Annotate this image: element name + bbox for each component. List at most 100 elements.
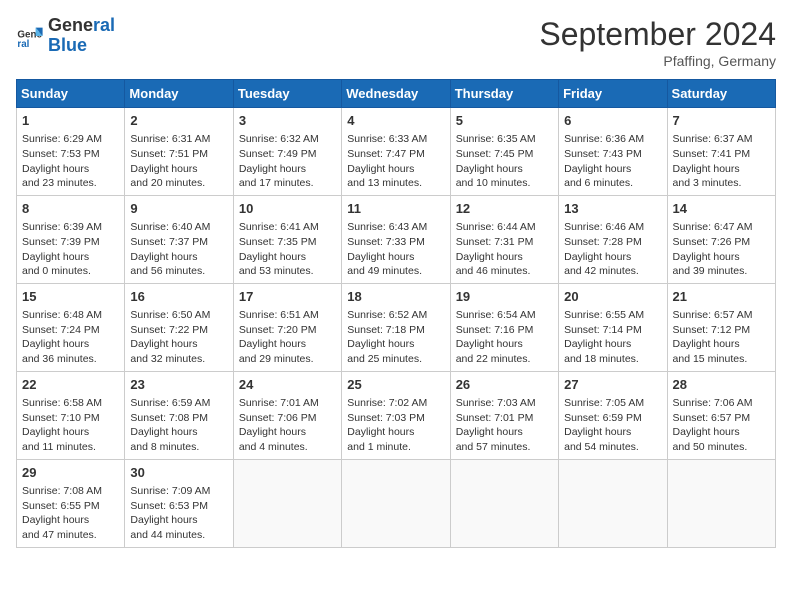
week-row-1: 1Sunrise: 6:29 AMSunset: 7:53 PMDaylight… bbox=[17, 108, 776, 196]
day-number: 19 bbox=[456, 288, 553, 306]
day-number: 12 bbox=[456, 200, 553, 218]
table-row: 14Sunrise: 6:47 AMSunset: 7:26 PMDayligh… bbox=[667, 195, 775, 283]
week-row-2: 8 Sunrise: 6:39 AMSunset: 7:39 PMDaylight… bbox=[17, 195, 776, 283]
day-number: 9 bbox=[130, 200, 227, 218]
table-row: 25Sunrise: 7:02 AMSunset: 7:03 PMDayligh… bbox=[342, 371, 450, 459]
day-number: 30 bbox=[130, 464, 227, 482]
table-row: 10 Sunrise: 6:41 AMSunset: 7:35 PMDayligh… bbox=[233, 195, 341, 283]
day-info: Sunrise: 6:40 AMSunset: 7:37 PMDaylight … bbox=[130, 220, 227, 279]
table-row: 17Sunrise: 6:51 AMSunset: 7:20 PMDayligh… bbox=[233, 283, 341, 371]
day-number: 14 bbox=[673, 200, 770, 218]
day-info: Sunrise: 6:35 AMSunset: 7:45 PMDaylight … bbox=[456, 132, 553, 191]
day-info: Sunrise: 6:57 AMSunset: 7:12 PMDaylight … bbox=[673, 308, 770, 367]
table-row: 21 Sunrise: 6:57 AMSunset: 7:12 PMDayligh… bbox=[667, 283, 775, 371]
day-info: Sunrise: 7:09 AMSunset: 6:53 PMDaylight … bbox=[130, 484, 227, 543]
day-number: 8 bbox=[22, 200, 119, 218]
day-info: Sunrise: 6:59 AMSunset: 7:08 PMDaylight … bbox=[130, 396, 227, 455]
table-row bbox=[233, 459, 341, 547]
day-number: 27 bbox=[564, 376, 661, 394]
logo: Gene ral GeneralBlue bbox=[16, 16, 115, 56]
table-row: 29Sunrise: 7:08 AMSunset: 6:55 PMDayligh… bbox=[17, 459, 125, 547]
table-row: 12 Sunrise: 6:44 AMSunset: 7:31 PMDayligh… bbox=[450, 195, 558, 283]
table-row: 15 Sunrise: 6:48 AMSunset: 7:24 PMDayligh… bbox=[17, 283, 125, 371]
day-number: 7 bbox=[673, 112, 770, 130]
col-monday: Monday bbox=[125, 80, 233, 108]
day-number: 4 bbox=[347, 112, 444, 130]
day-number: 16 bbox=[130, 288, 227, 306]
day-info: Sunrise: 6:43 AMSunset: 7:33 PMDaylight … bbox=[347, 220, 444, 279]
day-info: Sunrise: 6:44 AMSunset: 7:31 PMDaylight … bbox=[456, 220, 553, 279]
table-row: 11 Sunrise: 6:43 AMSunset: 7:33 PMDayligh… bbox=[342, 195, 450, 283]
table-row: 18Sunrise: 6:52 AMSunset: 7:18 PMDayligh… bbox=[342, 283, 450, 371]
table-row: 5 Sunrise: 6:35 AMSunset: 7:45 PMDaylight… bbox=[450, 108, 558, 196]
table-row bbox=[667, 459, 775, 547]
day-number: 22 bbox=[22, 376, 119, 394]
day-info: Sunrise: 7:05 AMSunset: 6:59 PMDaylight … bbox=[564, 396, 661, 455]
week-row-3: 15 Sunrise: 6:48 AMSunset: 7:24 PMDayligh… bbox=[17, 283, 776, 371]
table-row bbox=[342, 459, 450, 547]
week-row-5: 29Sunrise: 7:08 AMSunset: 6:55 PMDayligh… bbox=[17, 459, 776, 547]
day-number: 28 bbox=[673, 376, 770, 394]
day-number: 26 bbox=[456, 376, 553, 394]
week-row-4: 22Sunrise: 6:58 AMSunset: 7:10 PMDayligh… bbox=[17, 371, 776, 459]
svg-text:ral: ral bbox=[17, 39, 29, 50]
day-number: 24 bbox=[239, 376, 336, 394]
day-number: 13 bbox=[564, 200, 661, 218]
day-info: Sunrise: 6:51 AMSunset: 7:20 PMDaylight … bbox=[239, 308, 336, 367]
day-number: 11 bbox=[347, 200, 444, 218]
col-saturday: Saturday bbox=[667, 80, 775, 108]
day-number: 18 bbox=[347, 288, 444, 306]
day-number: 20 bbox=[564, 288, 661, 306]
day-info: Sunrise: 6:37 AMSunset: 7:41 PMDaylight … bbox=[673, 132, 770, 191]
table-row: 9 Sunrise: 6:40 AMSunset: 7:37 PMDaylight… bbox=[125, 195, 233, 283]
day-number: 10 bbox=[239, 200, 336, 218]
table-row: 26 Sunrise: 7:03 AMSunset: 7:01 PMDayligh… bbox=[450, 371, 558, 459]
table-row: 3Sunrise: 6:32 AMSunset: 7:49 PMDaylight… bbox=[233, 108, 341, 196]
day-info: Sunrise: 6:31 AMSunset: 7:51 PMDaylight … bbox=[130, 132, 227, 191]
logo-text: GeneralBlue bbox=[48, 16, 115, 56]
day-number: 15 bbox=[22, 288, 119, 306]
day-info: Sunrise: 7:08 AMSunset: 6:55 PMDaylight … bbox=[22, 484, 119, 543]
day-number: 23 bbox=[130, 376, 227, 394]
day-info: Sunrise: 7:06 AMSunset: 6:57 PMDaylight … bbox=[673, 396, 770, 455]
title-block: September 2024 Pfaffing, Germany bbox=[539, 16, 776, 69]
table-row bbox=[559, 459, 667, 547]
table-row: 13 Sunrise: 6:46 AMSunset: 7:28 PMDayligh… bbox=[559, 195, 667, 283]
day-info: Sunrise: 6:48 AMSunset: 7:24 PMDaylight … bbox=[22, 308, 119, 367]
day-info: Sunrise: 6:39 AMSunset: 7:39 PMDaylight … bbox=[22, 220, 119, 279]
table-row: 27 Sunrise: 7:05 AMSunset: 6:59 PMDayligh… bbox=[559, 371, 667, 459]
table-row: 4Sunrise: 6:33 AMSunset: 7:47 PMDaylight… bbox=[342, 108, 450, 196]
calendar-table: Sunday Monday Tuesday Wednesday Thursday… bbox=[16, 79, 776, 548]
table-row: 24Sunrise: 7:01 AMSunset: 7:06 PMDayligh… bbox=[233, 371, 341, 459]
table-row: 22Sunrise: 6:58 AMSunset: 7:10 PMDayligh… bbox=[17, 371, 125, 459]
day-number: 25 bbox=[347, 376, 444, 394]
day-number: 6 bbox=[564, 112, 661, 130]
day-info: Sunrise: 7:03 AMSunset: 7:01 PMDaylight … bbox=[456, 396, 553, 455]
day-number: 3 bbox=[239, 112, 336, 130]
day-number: 2 bbox=[130, 112, 227, 130]
table-row: 23 Sunrise: 6:59 AMSunset: 7:08 PMDayligh… bbox=[125, 371, 233, 459]
month-title: September 2024 bbox=[539, 16, 776, 53]
col-wednesday: Wednesday bbox=[342, 80, 450, 108]
page-header: Gene ral GeneralBlue September 2024 Pfaf… bbox=[16, 16, 776, 69]
table-row: 19Sunrise: 6:54 AMSunset: 7:16 PMDayligh… bbox=[450, 283, 558, 371]
col-friday: Friday bbox=[559, 80, 667, 108]
day-info: Sunrise: 6:36 AMSunset: 7:43 PMDaylight … bbox=[564, 132, 661, 191]
table-row bbox=[450, 459, 558, 547]
col-tuesday: Tuesday bbox=[233, 80, 341, 108]
table-row: 6 Sunrise: 6:36 AMSunset: 7:43 PMDaylight… bbox=[559, 108, 667, 196]
table-row: 16 Sunrise: 6:50 AMSunset: 7:22 PMDayligh… bbox=[125, 283, 233, 371]
day-info: Sunrise: 6:50 AMSunset: 7:22 PMDaylight … bbox=[130, 308, 227, 367]
day-info: Sunrise: 6:46 AMSunset: 7:28 PMDaylight … bbox=[564, 220, 661, 279]
col-sunday: Sunday bbox=[17, 80, 125, 108]
table-row: 20Sunrise: 6:55 AMSunset: 7:14 PMDayligh… bbox=[559, 283, 667, 371]
day-number: 5 bbox=[456, 112, 553, 130]
table-row: 1Sunrise: 6:29 AMSunset: 7:53 PMDaylight… bbox=[17, 108, 125, 196]
table-row: 2 Sunrise: 6:31 AMSunset: 7:51 PMDaylight… bbox=[125, 108, 233, 196]
table-row: 8 Sunrise: 6:39 AMSunset: 7:39 PMDaylight… bbox=[17, 195, 125, 283]
day-info: Sunrise: 6:41 AMSunset: 7:35 PMDaylight … bbox=[239, 220, 336, 279]
day-number: 21 bbox=[673, 288, 770, 306]
col-thursday: Thursday bbox=[450, 80, 558, 108]
table-row: 7 Sunrise: 6:37 AMSunset: 7:41 PMDaylight… bbox=[667, 108, 775, 196]
calendar-header-row: Sunday Monday Tuesday Wednesday Thursday… bbox=[17, 80, 776, 108]
